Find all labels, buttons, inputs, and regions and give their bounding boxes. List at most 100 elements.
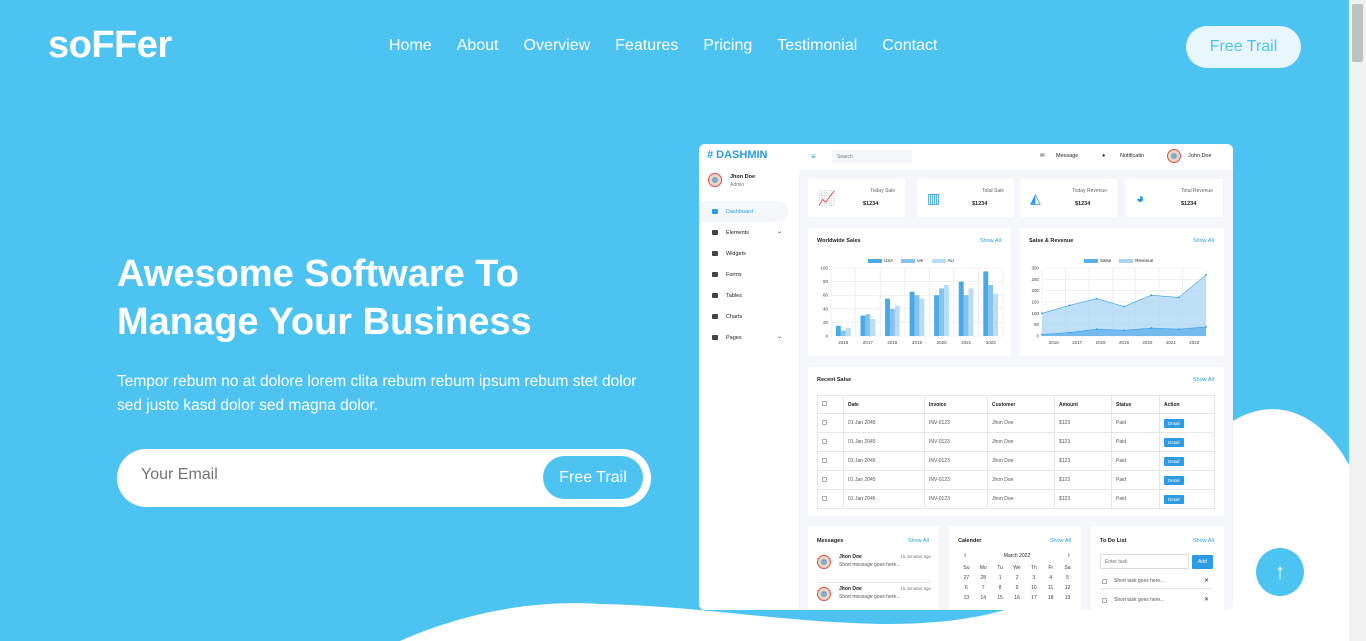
- add-task-button[interactable]: Add: [1192, 555, 1213, 569]
- calendar-date[interactable]: 11: [1042, 585, 1059, 591]
- detail-button[interactable]: Detail: [1164, 494, 1184, 504]
- table-cell: INV-0123: [924, 470, 988, 490]
- row-checkbox[interactable]: [817, 470, 844, 490]
- task-input[interactable]: [1100, 554, 1189, 569]
- sidebar-item-charts[interactable]: Charts: [699, 306, 799, 327]
- nav-home[interactable]: Home: [389, 37, 432, 55]
- calendar-date[interactable]: 17: [1025, 595, 1042, 601]
- show-all-link[interactable]: Show All: [1193, 538, 1214, 544]
- calendar-date[interactable]: 27: [958, 575, 975, 581]
- row-checkbox[interactable]: [817, 413, 844, 433]
- calendar-date[interactable]: 13: [958, 595, 975, 601]
- show-all-link[interactable]: Show All: [1193, 377, 1214, 383]
- stat-value: $1234: [972, 201, 988, 207]
- row-checkbox[interactable]: [817, 489, 844, 509]
- calendar-weekday: Fr: [1048, 565, 1054, 571]
- avatar: [708, 173, 722, 187]
- scroll-to-top-button[interactable]: ↑: [1256, 548, 1304, 596]
- recent-sales-card: Recent Salse Show All Date Invoice Custo…: [808, 367, 1224, 516]
- hero-text: Tempor rebum no at dolore lorem clita re…: [117, 373, 637, 414]
- notification-menu[interactable]: Notificatin: [1120, 153, 1144, 159]
- task-checkbox[interactable]: [1102, 598, 1107, 603]
- y-tick-label: 100: [1031, 311, 1039, 316]
- message-item[interactable]: Jhon Doe 15 minutes ago Short message go…: [817, 551, 931, 575]
- point-revenue: [1095, 297, 1098, 300]
- calendar-date[interactable]: 3: [1025, 575, 1042, 581]
- nav-pricing[interactable]: Pricing: [703, 37, 752, 55]
- calendar-date[interactable]: 28: [975, 575, 992, 581]
- sidebar-item-tables[interactable]: Tables: [699, 285, 799, 306]
- menu-icon[interactable]: ≡: [811, 152, 816, 161]
- message-item[interactable]: Jhon Doe 15 minutes ago Short message go…: [817, 582, 931, 606]
- show-all-link[interactable]: Show All: [1050, 538, 1071, 544]
- bar-usa: [909, 291, 915, 336]
- sidebar-item-forms[interactable]: Forms: [699, 264, 799, 285]
- close-icon[interactable]: ✕: [1204, 577, 1209, 584]
- sidebar-item-elements[interactable]: Elements ⌄: [699, 222, 799, 243]
- brand-logo[interactable]: soFFer: [48, 24, 172, 67]
- sidebar-user-role: Admin: [730, 182, 745, 188]
- calendar-date[interactable]: 10: [1025, 585, 1042, 591]
- calendar-date[interactable]: 6: [958, 585, 975, 591]
- nav-contact[interactable]: Contact: [882, 37, 937, 55]
- bar-au: [894, 305, 900, 336]
- calendar-date[interactable]: 7: [975, 585, 992, 591]
- scrollbar-thumb[interactable]: [1352, 4, 1363, 62]
- nav-testimonial[interactable]: Testimonial: [777, 37, 857, 55]
- sidebar-item-pages[interactable]: Pages ⌄: [699, 327, 799, 348]
- table-cell: Paid: [1111, 470, 1160, 490]
- calendar-weekday: Tu: [997, 565, 1003, 571]
- nav-overview[interactable]: Overview: [524, 37, 591, 55]
- sidebar-item-widgets[interactable]: Widgets: [699, 243, 799, 264]
- row-checkbox[interactable]: [817, 432, 844, 452]
- point-salse: [1150, 327, 1153, 329]
- close-icon[interactable]: ✕: [1204, 596, 1209, 603]
- nav-features[interactable]: Features: [615, 37, 678, 55]
- show-all-link[interactable]: Show All: [908, 538, 929, 544]
- detail-button[interactable]: Detail: [1164, 418, 1184, 428]
- table-row: 01 Jan 2045 INV-0123 Jhon Doe $123 Paid Detai…: [817, 470, 1215, 490]
- select-all-checkbox[interactable]: [817, 395, 844, 414]
- x-tick-label: 2018: [1096, 340, 1107, 345]
- calendar-date[interactable]: 14: [975, 595, 992, 601]
- message-menu[interactable]: Message: [1056, 153, 1078, 159]
- free-trial-signup-button[interactable]: Free Trail: [543, 456, 643, 499]
- row-checkbox[interactable]: [817, 451, 844, 471]
- free-trial-nav-button[interactable]: Free Trail: [1186, 26, 1301, 68]
- detail-button[interactable]: Detail: [1164, 456, 1184, 466]
- task-checkbox[interactable]: [1102, 579, 1107, 584]
- calendar-date[interactable]: 18: [1042, 595, 1059, 601]
- topbar-user-menu[interactable]: John Doe: [1188, 153, 1212, 159]
- calendar-date[interactable]: 2: [1009, 575, 1026, 581]
- x-tick-label: 2022: [986, 340, 997, 345]
- topbar-avatar[interactable]: [1167, 149, 1181, 165]
- calendar-date[interactable]: 5: [1059, 575, 1076, 581]
- nav-about[interactable]: About: [457, 37, 499, 55]
- calendar-date[interactable]: 4: [1042, 575, 1059, 581]
- dashboard-search-input[interactable]: [832, 150, 912, 163]
- calendar-date[interactable]: 12: [1059, 585, 1076, 591]
- task-text: Short task goes here...: [1114, 597, 1165, 603]
- point-revenue: [1068, 304, 1071, 307]
- calendar-date[interactable]: 9: [1009, 585, 1026, 591]
- worldwide-sales-chart: 100 80 60 40 20 0 2016 2017 2018 2019 2020 2021 2022: [820, 266, 1004, 345]
- calendar-date[interactable]: 1: [992, 575, 1009, 581]
- calendar-date[interactable]: 15: [992, 595, 1009, 601]
- calendar-date[interactable]: 8: [992, 585, 1009, 591]
- detail-button[interactable]: Detail: [1164, 475, 1184, 485]
- email-input[interactable]: [141, 466, 501, 484]
- calendar-date[interactable]: 19: [1059, 595, 1076, 601]
- chevron-right-icon[interactable]: ›: [1068, 552, 1070, 559]
- detail-button[interactable]: Detail: [1164, 437, 1184, 447]
- y-tick-label: 300: [1031, 266, 1039, 271]
- bar-usa: [983, 271, 989, 336]
- y-tick-label: 100: [820, 266, 828, 271]
- calendar-date[interactable]: 16: [1009, 595, 1026, 601]
- dashboard-icon: [712, 209, 718, 214]
- bell-icon[interactable]: ●: [1102, 153, 1105, 159]
- card-title: Messages: [817, 538, 844, 544]
- message-icon[interactable]: ✉: [1040, 153, 1045, 159]
- chevron-left-icon[interactable]: ‹: [964, 552, 966, 559]
- sidebar-item-dashboard[interactable]: Dashboard: [699, 201, 788, 222]
- page-scrollbar[interactable]: [1349, 0, 1366, 641]
